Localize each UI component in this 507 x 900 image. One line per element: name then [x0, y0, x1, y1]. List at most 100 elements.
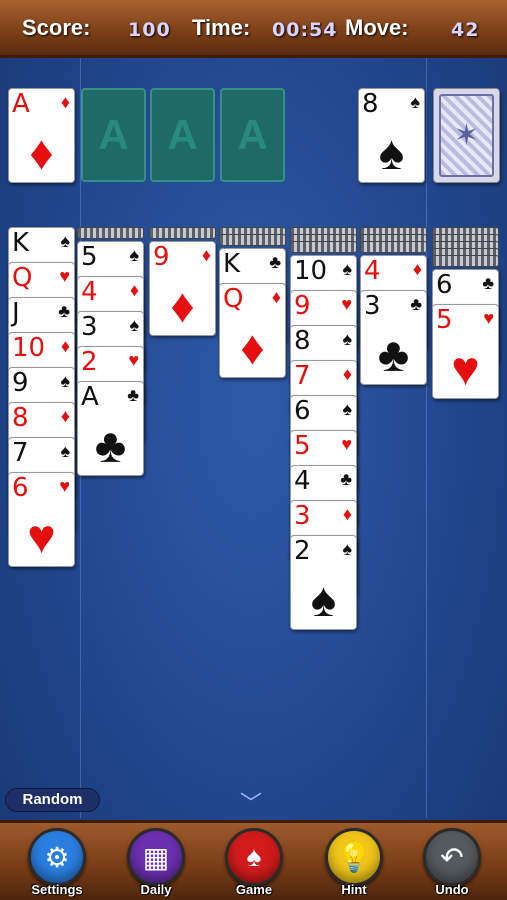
tableau-card[interactable]: 6 ♥ ♥: [8, 472, 75, 567]
card-center-suit-icon: ♦: [29, 127, 54, 180]
foundation-slot[interactable]: A: [150, 88, 215, 182]
move-value: 42: [451, 19, 480, 41]
settings-button[interactable]: ⚙ Settings: [25, 828, 89, 900]
card-rank: 8: [12, 403, 29, 433]
tableau-card[interactable]: 9 ♦ ♦: [149, 241, 216, 336]
card-rank: 7: [12, 438, 29, 468]
score-value: 100: [128, 19, 171, 41]
card-back-icon: ✶: [439, 94, 494, 177]
card-suit-icon: ♣: [482, 273, 494, 293]
card-center-suit-icon: ♠: [378, 127, 405, 180]
status-bar: Score: 100 Time: 00:54 Move: 42: [0, 0, 507, 58]
card-suit-icon: ♣: [410, 294, 422, 314]
card-rank: 5: [81, 242, 98, 272]
card-suit-icon: ♠: [129, 315, 139, 335]
random-button[interactable]: Random: [5, 788, 100, 812]
card-rank: 10: [12, 333, 46, 363]
tableau-card[interactable]: Q ♦ ♦: [219, 283, 286, 378]
card-suit-icon: ♦: [342, 364, 352, 384]
daily-button[interactable]: ▦ Daily: [124, 828, 188, 900]
tableau-card[interactable]: A ♣ ♣: [77, 381, 144, 476]
card-suit-icon: ♣: [58, 301, 70, 321]
card-center-suit-icon: ♠: [310, 574, 337, 627]
card-rank: K: [12, 228, 30, 258]
card-rank: 7: [294, 361, 311, 391]
toolbar-label: Game: [235, 882, 273, 897]
card-center-suit-icon: ♦: [170, 280, 195, 333]
card-suit-icon: ♦: [60, 406, 70, 426]
card-center-suit-icon: ♣: [377, 329, 410, 382]
column-divider: [426, 58, 427, 818]
card-suit-icon: ♥: [483, 308, 494, 328]
tableau-card[interactable]: 2 ♠ ♠: [290, 535, 357, 630]
card-suit-icon: ♥: [59, 266, 70, 286]
toolbar-label: Hint: [341, 882, 367, 897]
tableau-card[interactable]: 3 ♣ ♣: [360, 290, 427, 385]
card-rank: 3: [294, 501, 311, 531]
card-rank: 6: [436, 270, 453, 300]
undo-button[interactable]: ↶ Undo: [420, 828, 484, 900]
face-down-card: [360, 241, 427, 253]
toolbar-label: Undo: [435, 882, 469, 897]
card-rank: 3: [364, 291, 381, 321]
score-label: Score:: [22, 15, 91, 40]
gear-icon: ⚙: [28, 828, 86, 886]
tableau-card[interactable]: 5 ♥♥: [432, 304, 499, 399]
card-suit-icon: ♦: [60, 92, 70, 112]
card-suit-icon: ♥: [341, 434, 352, 454]
time-label: Time:: [192, 15, 251, 40]
card-rank: 2: [294, 536, 311, 566]
face-down-card: [77, 227, 144, 239]
hint-button[interactable]: 💡 Hint: [322, 828, 386, 900]
card-rank: 4: [81, 277, 98, 307]
foundation-slot[interactable]: A: [220, 88, 285, 182]
face-down-card: [219, 234, 286, 246]
card-center-suit-icon: ♣: [94, 420, 127, 473]
stock-pile[interactable]: ✶: [433, 88, 500, 183]
waste-card[interactable]: 8 ♠ ♠: [358, 88, 425, 183]
card-suit-icon: ♠: [60, 371, 70, 391]
card-rank: A: [12, 89, 30, 119]
card-rank: A: [81, 382, 99, 412]
foundation-card[interactable]: A ♦ ♦: [8, 88, 75, 183]
card-rank: 9: [153, 242, 170, 272]
face-down-card: [290, 241, 357, 253]
card-rank: 3: [81, 312, 98, 342]
card-suit-icon: ♠: [342, 259, 352, 279]
card-suit-icon: ♦: [60, 336, 70, 356]
card-rank: 6: [294, 396, 311, 426]
card-rank: 6: [12, 473, 29, 503]
card-rank: Q: [223, 284, 244, 314]
chevron-down-icon[interactable]: ﹀: [240, 786, 262, 818]
lightbulb-icon: 💡: [325, 828, 383, 886]
card-suit-icon: ♦: [201, 245, 211, 265]
card-suit-icon: ♥: [341, 294, 352, 314]
card-suit-icon: ♠: [60, 441, 70, 461]
card-rank: 8: [294, 326, 311, 356]
card-rank: 8: [362, 89, 379, 119]
card-suit-icon: ♣: [340, 469, 352, 489]
card-suit-icon: ♦: [271, 287, 281, 307]
foundation-slot[interactable]: A: [81, 88, 146, 182]
card-rank: 9: [294, 291, 311, 321]
card-rank: Q: [12, 263, 33, 293]
card-suit-icon: ♥: [59, 476, 70, 496]
card-suit-icon: ♣: [269, 252, 281, 272]
undo-icon: ↶: [423, 828, 481, 886]
card-suit-icon: ♠: [129, 245, 139, 265]
card-suit-icon: ♠: [60, 231, 70, 251]
game-button[interactable]: ♠ Game: [222, 828, 286, 900]
card-rank: 5: [294, 431, 311, 461]
card-suit-icon: ♦: [129, 280, 139, 300]
card-rank: 10: [294, 256, 328, 286]
spade-icon: ♠: [225, 828, 283, 886]
card-rank: J: [12, 298, 20, 328]
toolbar-label: Settings: [31, 882, 83, 897]
card-rank: 5: [436, 305, 453, 335]
card-center-suit-icon: ♦: [240, 322, 265, 375]
card-suit-icon: ♦: [412, 259, 422, 279]
time-value: 00:54: [272, 19, 338, 41]
card-center-suit-icon: ♥: [27, 511, 56, 564]
card-suit-icon: ♠: [342, 329, 352, 349]
toolbar-label: Daily: [140, 882, 172, 897]
